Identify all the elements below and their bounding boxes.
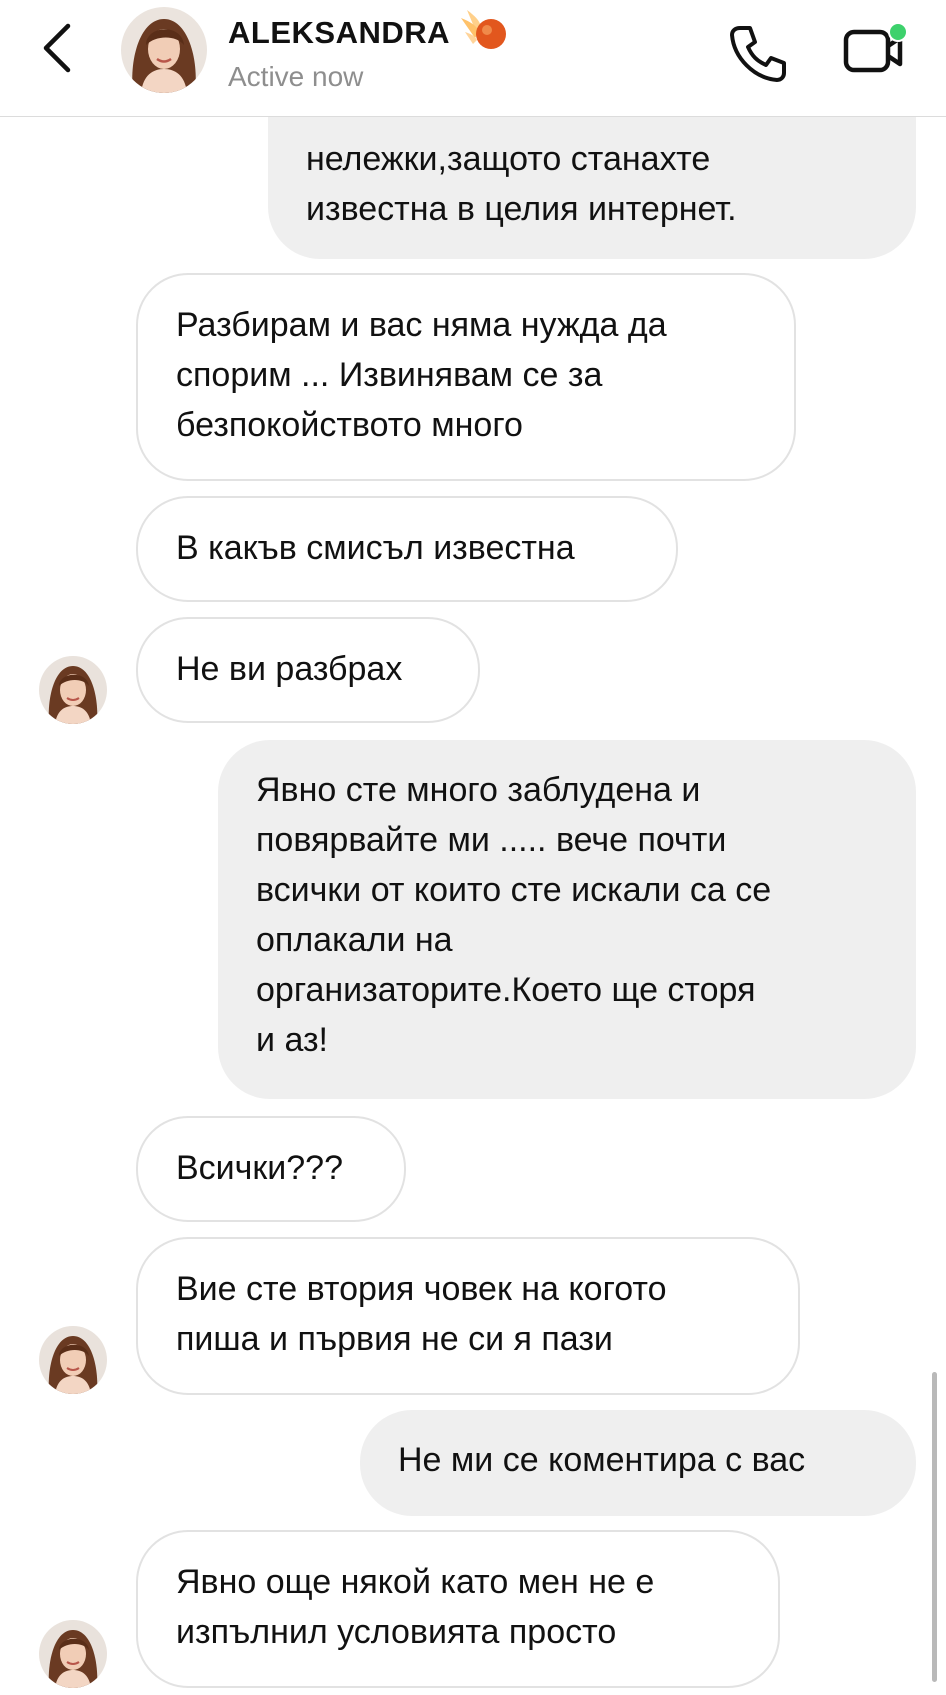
incoming-message[interactable]: Вие сте втория човек на когото пиша и пъ… (136, 1237, 800, 1395)
incoming-message[interactable]: Явно още някой като мен не е изпълнил ус… (136, 1530, 780, 1688)
contact-name[interactable]: ALEKSANDRA (228, 15, 450, 51)
sender-avatar[interactable] (39, 1326, 107, 1394)
sender-avatar[interactable] (39, 656, 107, 724)
message-thread[interactable]: нележки,защото станахте известна в целия… (0, 0, 946, 1695)
message-line: Явно сте много заблудена и (256, 771, 701, 809)
audio-call-button[interactable] (726, 20, 790, 84)
outgoing-message[interactable]: Не ми се коментира с вас (360, 1410, 916, 1516)
active-status: Active now (228, 61, 364, 92)
message-line: безпокойството много (176, 406, 523, 444)
phone-icon (730, 26, 786, 82)
message-line: повярвайте ми ..... вече почти (256, 821, 727, 859)
incoming-message[interactable]: Разбирам и вас няма нужда да спорим ... … (136, 273, 796, 481)
message-line: Не ми се коментира с вас (398, 1441, 806, 1479)
message-line: оплакали на (256, 921, 453, 959)
message-line: и аз! (256, 1021, 329, 1059)
scrollbar[interactable] (932, 1372, 937, 1682)
incoming-message[interactable]: В какъв смисъл известна (136, 496, 678, 602)
message-line: организаторите.Което ще сторя (256, 971, 756, 1009)
incoming-message[interactable]: Всички??? (136, 1116, 406, 1222)
chevron-left-icon (43, 23, 71, 73)
message-line: пиша и първия не си я пази (176, 1320, 613, 1358)
fire-emoji-icon (457, 4, 511, 54)
contact-avatar[interactable] (121, 7, 207, 93)
sender-avatar[interactable] (39, 1620, 107, 1688)
video-call-button[interactable] (842, 20, 912, 80)
online-indicator (890, 24, 906, 40)
message-line: Всички??? (176, 1149, 343, 1187)
message-line: нележки,защото станахте (306, 140, 711, 178)
message-line: Не ви разбрах (176, 650, 403, 688)
back-button[interactable] (36, 20, 80, 76)
message-line: Явно още някой като мен не е (176, 1563, 655, 1601)
message-line: известна в целия интернет. (306, 190, 737, 228)
message-line: Вие сте втория човек на когото (176, 1270, 667, 1308)
message-line: В какъв смисъл известна (176, 529, 575, 567)
video-camera-icon (843, 22, 908, 73)
message-line: изпълнил условията просто (176, 1613, 617, 1651)
message-line: Разбирам и вас няма нужда да (176, 306, 667, 344)
incoming-message[interactable]: Не ви разбрах (136, 617, 480, 723)
chat-header: ALEKSANDRA Active now (0, 0, 946, 117)
outgoing-message[interactable]: Явно сте много заблудена и повярвайте ми… (218, 740, 916, 1099)
message-line: спорим ... Извинявам се за (176, 356, 603, 394)
message-line: всички от които сте искали са се (256, 871, 772, 909)
